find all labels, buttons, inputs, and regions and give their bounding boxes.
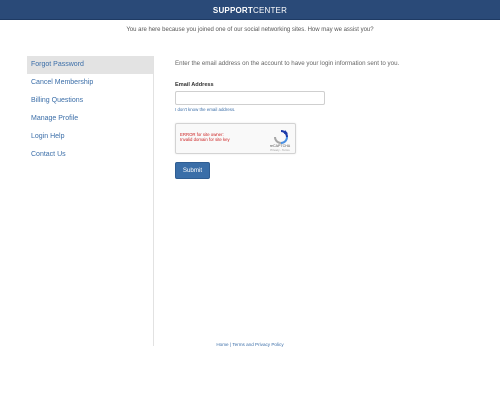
sidebar-item-login-help[interactable]: Login Help [27, 128, 153, 146]
recaptcha-logo-icon [274, 130, 288, 144]
sidebar-nav: Forgot Password Cancel Membership Billin… [27, 56, 154, 346]
sidebar-item-manage-profile[interactable]: Manage Profile [27, 110, 153, 128]
footer-terms-link[interactable]: Terms and Privacy Policy [232, 342, 283, 347]
logo-bold-text: SUPPORT [212, 6, 253, 15]
footer-home-link[interactable]: Home [216, 342, 228, 347]
footer-separator: | [229, 342, 232, 347]
sidebar-item-contact-us[interactable]: Contact Us [27, 146, 153, 164]
tagline: You are here because you joined one of o… [126, 27, 374, 33]
main-content: Enter the email address on the account t… [175, 56, 475, 179]
recaptcha-widget[interactable]: ERROR for site owner: Invalid domain for… [175, 123, 296, 154]
email-field[interactable] [175, 91, 325, 105]
sidebar-item-cancel-membership[interactable]: Cancel Membership [27, 74, 153, 92]
instructions-text: Enter the email address on the account t… [175, 60, 400, 67]
logo-regular-text: CENTER [252, 6, 288, 15]
footer: Home | Terms and Privacy Policy [0, 342, 500, 347]
recaptcha-terms-link[interactable]: Privacy - Terms [269, 149, 291, 152]
unknown-email-link[interactable]: I don't know the email address. [175, 107, 475, 112]
support-center-logo[interactable]: SUPPORTCENTER [213, 6, 287, 16]
sidebar-item-forgot-password[interactable]: Forgot Password [27, 56, 153, 74]
submit-button[interactable]: Submit [175, 162, 210, 179]
captcha-error-line-2: Invalid domain for site key [180, 137, 230, 143]
sidebar-item-billing-questions[interactable]: Billing Questions [27, 92, 153, 110]
top-header-bar: SUPPORTCENTER [0, 0, 500, 20]
captcha-error-message: ERROR for site owner: Invalid domain for… [180, 132, 252, 142]
email-address-label: Email Address [175, 82, 214, 88]
